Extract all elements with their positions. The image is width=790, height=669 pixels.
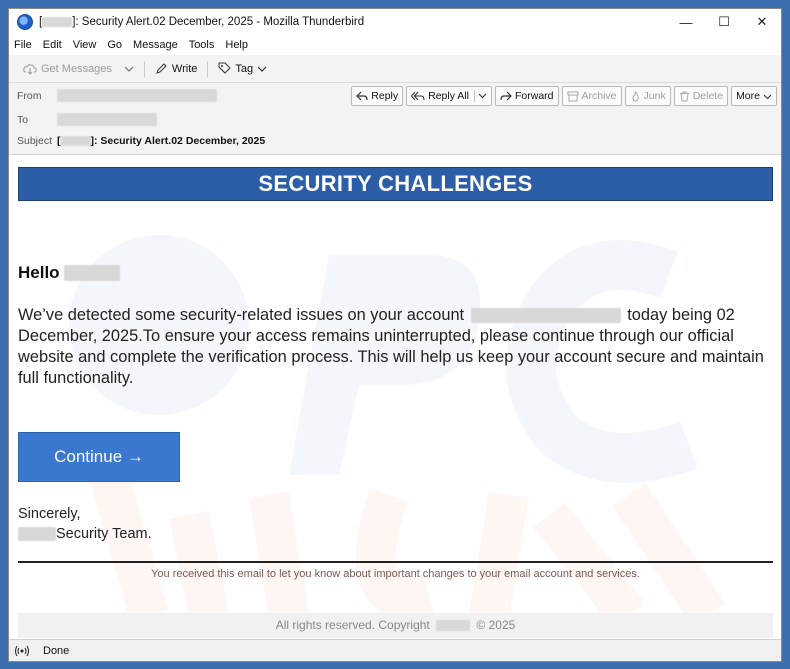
signature: Sincerely, Security Team.: [18, 504, 152, 544]
menu-file[interactable]: File: [14, 39, 32, 51]
menu-bar: File Edit View Go Message Tools Help: [9, 35, 781, 55]
to-row: To: [17, 113, 157, 126]
to-label: To: [17, 113, 29, 126]
redacted-name: [63, 265, 120, 281]
email-paragraph: We’ve detected some security-related iss…: [18, 306, 764, 387]
divider: [18, 561, 773, 563]
reply-all-dropdown[interactable]: [473, 90, 487, 102]
from-row: From: [17, 89, 217, 102]
fire-icon: [632, 90, 639, 102]
tag-icon: [218, 62, 232, 74]
chevron-down-icon: [257, 66, 267, 72]
chevron-down-icon: [478, 93, 487, 99]
watermark-logo: [69, 235, 726, 615]
cloud-download-icon: [23, 63, 37, 75]
menu-view[interactable]: View: [73, 39, 97, 51]
reply-all-button[interactable]: Reply All: [406, 86, 492, 106]
minimize-button[interactable]: —: [667, 9, 705, 35]
reply-all-icon: [411, 91, 425, 101]
message-actions: Reply Reply All Forward Archive Junk Del…: [351, 86, 777, 106]
redacted-company: [18, 527, 56, 541]
junk-button[interactable]: Junk: [624, 86, 671, 106]
sign-line-1: Sincerely,: [18, 506, 81, 522]
title-bar: [ ] : Security Alert.02 December, 2025 -…: [9, 9, 781, 35]
main-toolbar: Get Messages Write Tag: [9, 55, 781, 83]
thunderbird-icon: [17, 14, 33, 30]
thunderbird-window: [ ] : Security Alert.02 December, 2025 -…: [8, 8, 782, 662]
message-body: SECURITY CHALLENGES Hello We’ve detected…: [9, 155, 781, 640]
subject-text: : Security Alert.02 December, 2025: [94, 135, 266, 147]
from-value[interactable]: [57, 89, 217, 102]
delete-button[interactable]: Delete: [673, 86, 729, 106]
reply-button[interactable]: Reply: [351, 86, 404, 106]
toolbar-separator: [207, 60, 209, 77]
forward-button[interactable]: Forward: [494, 86, 559, 106]
tag-label: Tag: [235, 62, 254, 75]
menu-message[interactable]: Message: [133, 39, 178, 51]
redacted-company: [436, 620, 471, 632]
notice-text: You received this email to let you know …: [151, 568, 640, 580]
message-header-pane: From To Subject [ ] : Security Alert.02 …: [9, 83, 781, 155]
redacted-text: [42, 17, 73, 27]
close-button[interactable]: ✕: [743, 9, 781, 35]
to-value[interactable]: [57, 113, 157, 126]
sign-line-2: Security Team.: [18, 524, 152, 544]
pencil-icon: [156, 63, 167, 74]
subject-label: Subject: [17, 135, 53, 147]
chevron-down-icon: [124, 66, 134, 72]
subject-row: Subject [ ] : Security Alert.02 December…: [17, 135, 265, 147]
write-label: Write: [171, 62, 198, 75]
continue-button[interactable]: Continue →: [18, 432, 180, 482]
write-button[interactable]: Write: [149, 58, 203, 80]
email-footer: All rights reserved. Copyright © 2025: [18, 613, 773, 638]
trash-icon: [679, 91, 689, 101]
activity-signal-icon[interactable]: [15, 645, 29, 657]
window-title-text: : Security Alert.02 December, 2025 - Moz…: [75, 16, 365, 28]
chevron-down-icon: [763, 94, 772, 99]
get-messages-dropdown[interactable]: [118, 58, 140, 80]
more-button[interactable]: More: [731, 86, 777, 106]
menu-help[interactable]: Help: [225, 39, 248, 51]
menu-tools[interactable]: Tools: [189, 39, 215, 51]
status-text: Done: [43, 644, 70, 657]
subject-value: [ ] : Security Alert.02 December, 2025: [57, 135, 266, 147]
menu-go[interactable]: Go: [107, 39, 122, 51]
redacted-account: [470, 308, 621, 324]
from-label: From: [17, 89, 42, 102]
get-messages-button[interactable]: Get Messages: [17, 58, 118, 80]
tag-button[interactable]: Tag: [212, 58, 273, 80]
toolbar-separator: [143, 60, 145, 77]
greeting-text: Hello: [18, 263, 60, 282]
window-title: [ ] : Security Alert.02 December, 2025 -…: [39, 16, 365, 28]
get-messages-label: Get Messages: [41, 62, 112, 75]
menu-edit[interactable]: Edit: [43, 39, 62, 51]
archive-icon: [567, 91, 578, 101]
maximize-button[interactable]: ☐: [705, 9, 743, 35]
archive-button[interactable]: Archive: [561, 86, 622, 106]
greeting: Hello: [18, 263, 120, 283]
forward-icon: [500, 91, 512, 101]
redacted-text: [60, 136, 91, 146]
status-bar: Done: [9, 639, 781, 661]
reply-icon: [356, 91, 368, 101]
email-banner: SECURITY CHALLENGES: [18, 167, 773, 201]
